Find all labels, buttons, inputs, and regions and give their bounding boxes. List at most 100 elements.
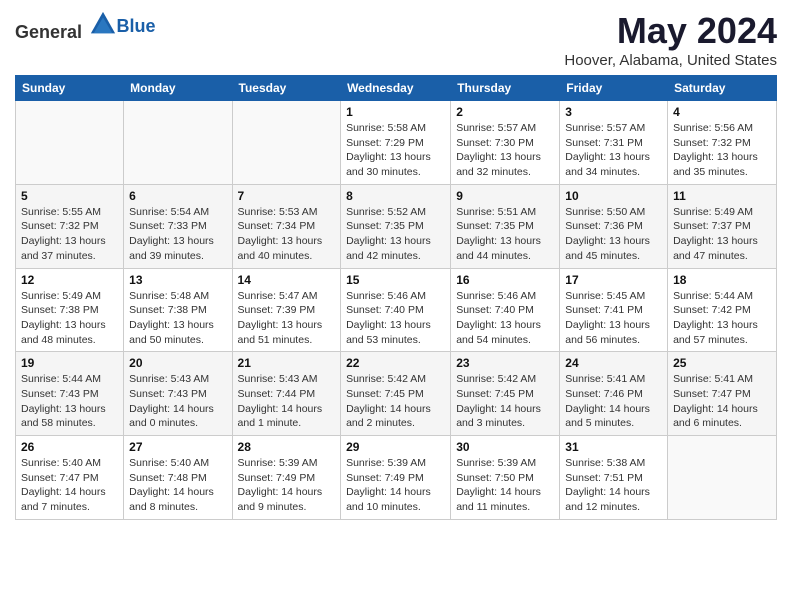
day-number: 9 bbox=[456, 189, 554, 203]
day-info: Sunrise: 5:43 AMSunset: 7:43 PMDaylight:… bbox=[129, 372, 226, 431]
calendar-day-cell: 9 Sunrise: 5:51 AMSunset: 7:35 PMDaylight… bbox=[451, 184, 560, 268]
calendar-day-cell: 1 Sunrise: 5:58 AMSunset: 7:29 PMDaylight… bbox=[341, 101, 451, 185]
weekday-header: Sunday bbox=[16, 76, 124, 101]
calendar-day-cell: 26 Sunrise: 5:40 AMSunset: 7:47 PMDayligh… bbox=[16, 436, 124, 520]
calendar-week-row: 19 Sunrise: 5:44 AMSunset: 7:43 PMDayligh… bbox=[16, 352, 777, 436]
day-info: Sunrise: 5:39 AMSunset: 7:49 PMDaylight:… bbox=[238, 456, 336, 515]
day-number: 13 bbox=[129, 273, 226, 287]
day-number: 26 bbox=[21, 440, 118, 454]
calendar-day-cell bbox=[16, 101, 124, 185]
calendar-day-cell: 31 Sunrise: 5:38 AMSunset: 7:51 PMDayligh… bbox=[560, 436, 668, 520]
calendar-day-cell: 22Sunrise: 5:42 AMSunset: 7:45 PMDayligh… bbox=[341, 352, 451, 436]
weekday-header: Monday bbox=[124, 76, 232, 101]
calendar-day-cell: 30Sunrise: 5:39 AMSunset: 7:50 PMDayligh… bbox=[451, 436, 560, 520]
location: Hoover, Alabama, United States bbox=[564, 52, 777, 69]
calendar-day-cell: 7 Sunrise: 5:53 AMSunset: 7:34 PMDaylight… bbox=[232, 184, 341, 268]
calendar-day-cell: 20 Sunrise: 5:43 AMSunset: 7:43 PMDayligh… bbox=[124, 352, 232, 436]
month-title: May 2024 bbox=[564, 10, 777, 52]
logo-blue: Blue bbox=[117, 16, 156, 36]
day-number: 15 bbox=[346, 273, 445, 287]
day-number: 24 bbox=[565, 356, 662, 370]
day-info: Sunrise: 5:50 AMSunset: 7:36 PMDaylight:… bbox=[565, 205, 662, 264]
day-number: 30 bbox=[456, 440, 554, 454]
day-info: Sunrise: 5:55 AMSunset: 7:32 PMDaylight:… bbox=[21, 205, 118, 264]
weekday-header: Friday bbox=[560, 76, 668, 101]
calendar-day-cell: 14 Sunrise: 5:47 AMSunset: 7:39 PMDayligh… bbox=[232, 268, 341, 352]
logo: General Blue bbox=[15, 10, 156, 43]
day-info: Sunrise: 5:38 AMSunset: 7:51 PMDaylight:… bbox=[565, 456, 662, 515]
day-info: Sunrise: 5:56 AMSunset: 7:32 PMDaylight:… bbox=[673, 121, 771, 180]
day-info: Sunrise: 5:44 AMSunset: 7:42 PMDaylight:… bbox=[673, 289, 771, 348]
calendar-day-cell: 6Sunrise: 5:54 AMSunset: 7:33 PMDaylight… bbox=[124, 184, 232, 268]
calendar-day-cell: 2 Sunrise: 5:57 AMSunset: 7:30 PMDaylight… bbox=[451, 101, 560, 185]
day-number: 12 bbox=[21, 273, 118, 287]
calendar-day-cell: 16Sunrise: 5:46 AMSunset: 7:40 PMDayligh… bbox=[451, 268, 560, 352]
day-number: 8 bbox=[346, 189, 445, 203]
day-info: Sunrise: 5:51 AMSunset: 7:35 PMDaylight:… bbox=[456, 205, 554, 264]
day-info: Sunrise: 5:58 AMSunset: 7:29 PMDaylight:… bbox=[346, 121, 445, 180]
calendar-day-cell: 27Sunrise: 5:40 AMSunset: 7:48 PMDayligh… bbox=[124, 436, 232, 520]
logo-general: General bbox=[15, 22, 82, 42]
calendar-day-cell: 10 Sunrise: 5:50 AMSunset: 7:36 PMDayligh… bbox=[560, 184, 668, 268]
day-number: 11 bbox=[673, 189, 771, 203]
weekday-header: Saturday bbox=[668, 76, 777, 101]
day-info: Sunrise: 5:49 AMSunset: 7:38 PMDaylight:… bbox=[21, 289, 118, 348]
weekday-header: Thursday bbox=[451, 76, 560, 101]
calendar-day-cell: 13Sunrise: 5:48 AMSunset: 7:38 PMDayligh… bbox=[124, 268, 232, 352]
calendar-day-cell: 21 Sunrise: 5:43 AMSunset: 7:44 PMDayligh… bbox=[232, 352, 341, 436]
calendar-day-cell: 29Sunrise: 5:39 AMSunset: 7:49 PMDayligh… bbox=[341, 436, 451, 520]
day-info: Sunrise: 5:40 AMSunset: 7:47 PMDaylight:… bbox=[21, 456, 118, 515]
calendar-week-row: 12 Sunrise: 5:49 AMSunset: 7:38 PMDayligh… bbox=[16, 268, 777, 352]
calendar-day-cell: 4 Sunrise: 5:56 AMSunset: 7:32 PMDaylight… bbox=[668, 101, 777, 185]
day-info: Sunrise: 5:44 AMSunset: 7:43 PMDaylight:… bbox=[21, 372, 118, 431]
day-number: 18 bbox=[673, 273, 771, 287]
calendar-day-cell bbox=[232, 101, 341, 185]
day-info: Sunrise: 5:41 AMSunset: 7:46 PMDaylight:… bbox=[565, 372, 662, 431]
day-number: 3 bbox=[565, 105, 662, 119]
calendar-day-cell: 24 Sunrise: 5:41 AMSunset: 7:46 PMDayligh… bbox=[560, 352, 668, 436]
day-number: 29 bbox=[346, 440, 445, 454]
day-number: 21 bbox=[238, 356, 336, 370]
day-info: Sunrise: 5:42 AMSunset: 7:45 PMDaylight:… bbox=[456, 372, 554, 431]
calendar-day-cell: 3Sunrise: 5:57 AMSunset: 7:31 PMDaylight… bbox=[560, 101, 668, 185]
day-number: 28 bbox=[238, 440, 336, 454]
day-number: 5 bbox=[21, 189, 118, 203]
day-info: Sunrise: 5:43 AMSunset: 7:44 PMDaylight:… bbox=[238, 372, 336, 431]
day-info: Sunrise: 5:46 AMSunset: 7:40 PMDaylight:… bbox=[346, 289, 445, 348]
calendar-day-cell: 17 Sunrise: 5:45 AMSunset: 7:41 PMDayligh… bbox=[560, 268, 668, 352]
day-info: Sunrise: 5:53 AMSunset: 7:34 PMDaylight:… bbox=[238, 205, 336, 264]
day-number: 7 bbox=[238, 189, 336, 203]
day-number: 19 bbox=[21, 356, 118, 370]
calendar-week-row: 1 Sunrise: 5:58 AMSunset: 7:29 PMDaylight… bbox=[16, 101, 777, 185]
page-header: General Blue May 2024 Hoover, Alabama, U… bbox=[15, 10, 777, 69]
day-number: 20 bbox=[129, 356, 226, 370]
day-number: 10 bbox=[565, 189, 662, 203]
day-number: 25 bbox=[673, 356, 771, 370]
day-number: 14 bbox=[238, 273, 336, 287]
day-number: 1 bbox=[346, 105, 445, 119]
day-number: 17 bbox=[565, 273, 662, 287]
day-info: Sunrise: 5:47 AMSunset: 7:39 PMDaylight:… bbox=[238, 289, 336, 348]
day-number: 4 bbox=[673, 105, 771, 119]
day-number: 2 bbox=[456, 105, 554, 119]
calendar-week-row: 26 Sunrise: 5:40 AMSunset: 7:47 PMDayligh… bbox=[16, 436, 777, 520]
day-number: 16 bbox=[456, 273, 554, 287]
day-number: 6 bbox=[129, 189, 226, 203]
weekday-header: Tuesday bbox=[232, 76, 341, 101]
day-info: Sunrise: 5:41 AMSunset: 7:47 PMDaylight:… bbox=[673, 372, 771, 431]
calendar-day-cell: 15 Sunrise: 5:46 AMSunset: 7:40 PMDayligh… bbox=[341, 268, 451, 352]
weekday-header: Wednesday bbox=[341, 76, 451, 101]
day-info: Sunrise: 5:57 AMSunset: 7:30 PMDaylight:… bbox=[456, 121, 554, 180]
calendar-header-row: SundayMondayTuesdayWednesdayThursdayFrid… bbox=[16, 76, 777, 101]
day-number: 31 bbox=[565, 440, 662, 454]
day-info: Sunrise: 5:52 AMSunset: 7:35 PMDaylight:… bbox=[346, 205, 445, 264]
day-info: Sunrise: 5:42 AMSunset: 7:45 PMDaylight:… bbox=[346, 372, 445, 431]
day-info: Sunrise: 5:45 AMSunset: 7:41 PMDaylight:… bbox=[565, 289, 662, 348]
calendar-day-cell: 8 Sunrise: 5:52 AMSunset: 7:35 PMDaylight… bbox=[341, 184, 451, 268]
calendar-day-cell: 11 Sunrise: 5:49 AMSunset: 7:37 PMDayligh… bbox=[668, 184, 777, 268]
logo-icon bbox=[89, 10, 117, 38]
calendar-day-cell: 5 Sunrise: 5:55 AMSunset: 7:32 PMDaylight… bbox=[16, 184, 124, 268]
calendar-day-cell: 28 Sunrise: 5:39 AMSunset: 7:49 PMDayligh… bbox=[232, 436, 341, 520]
day-number: 27 bbox=[129, 440, 226, 454]
day-info: Sunrise: 5:49 AMSunset: 7:37 PMDaylight:… bbox=[673, 205, 771, 264]
